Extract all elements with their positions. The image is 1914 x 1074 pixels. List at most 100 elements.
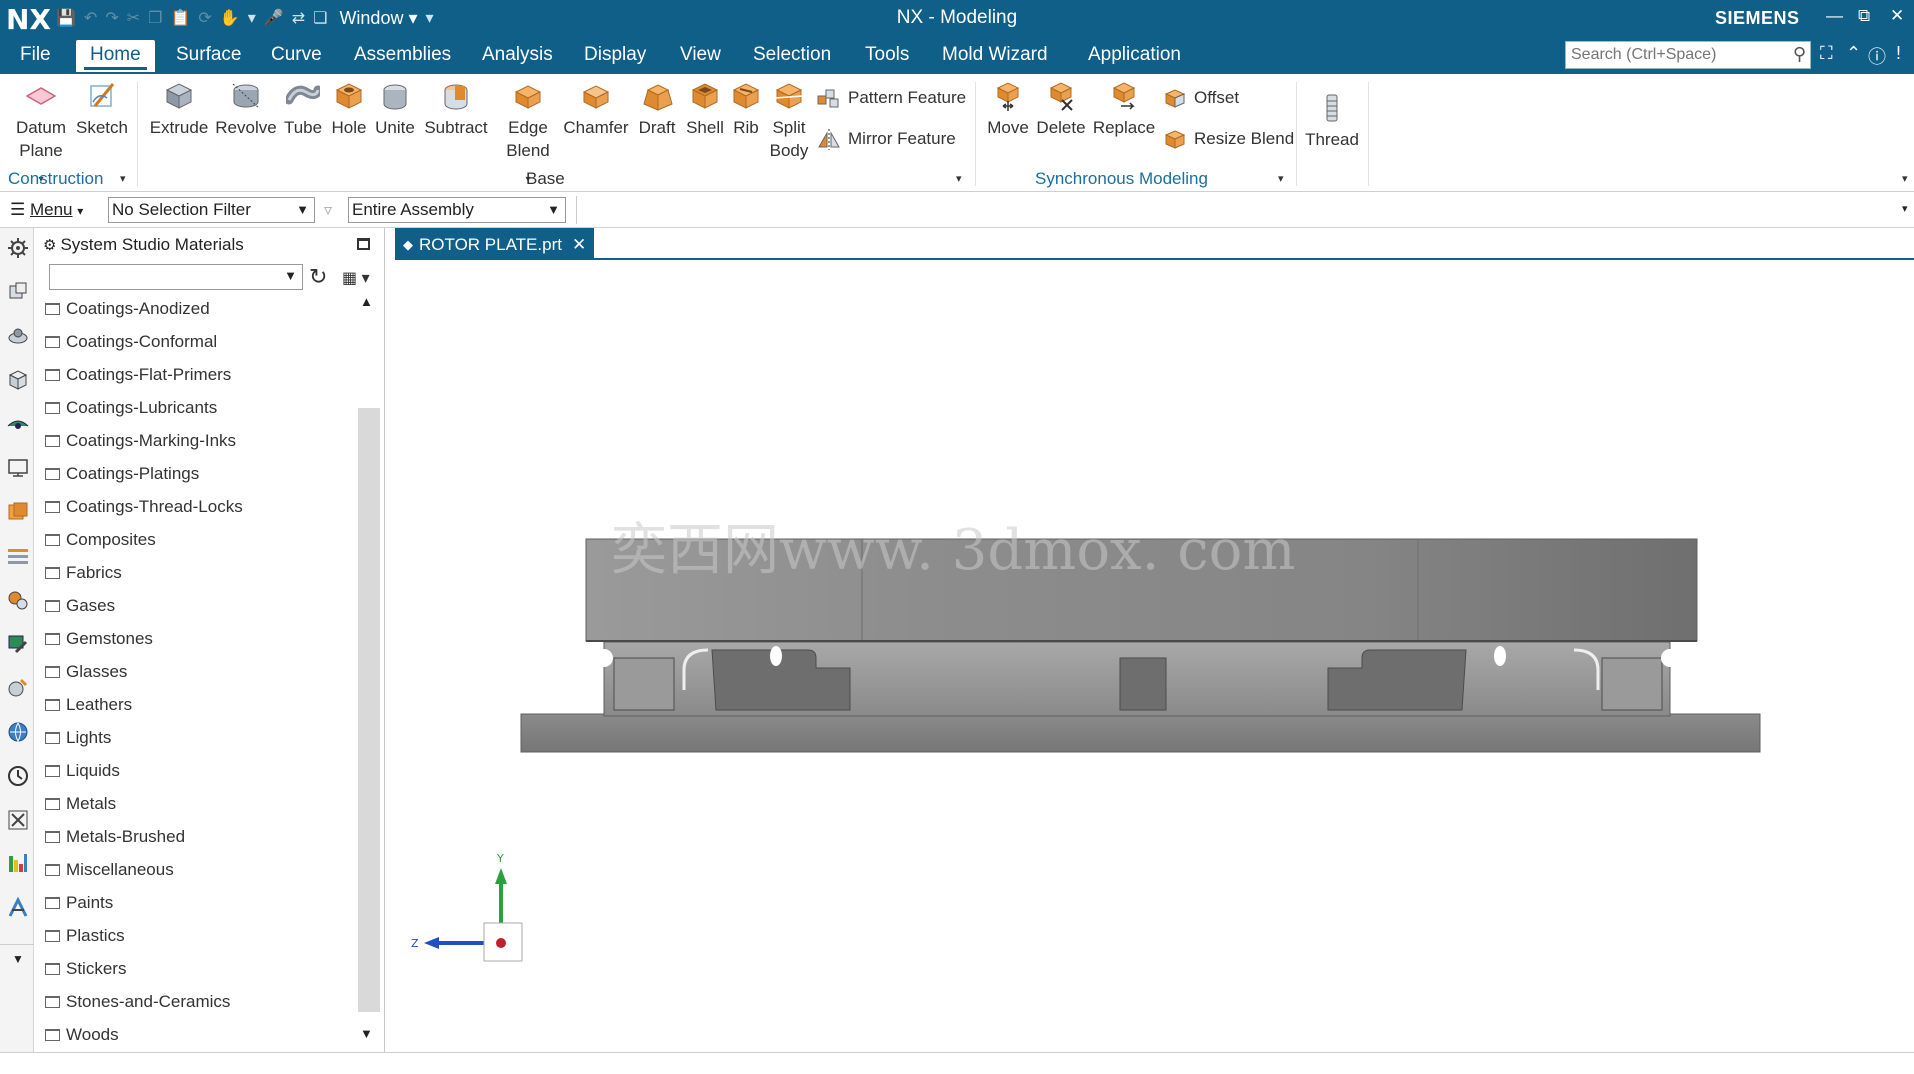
help-icon[interactable]: ⓘ: [1868, 43, 1886, 69]
material-folder-item[interactable]: Coatings-Marking-Inks: [45, 426, 236, 456]
material-folder-item[interactable]: Stickers: [45, 954, 126, 984]
base-group-dropdown-icon[interactable]: ▾: [956, 172, 962, 185]
panel-scrollbar[interactable]: ▲ ▼: [356, 294, 380, 1044]
minimize-icon[interactable]: —: [1826, 6, 1843, 26]
material-folder-item[interactable]: Coatings-Lubricants: [45, 393, 217, 423]
tab-assemblies[interactable]: Assemblies: [354, 44, 451, 66]
mirror-feature-button[interactable]: Mirror Feature: [816, 127, 956, 151]
close-tab-icon[interactable]: ✕: [572, 235, 586, 255]
material-category-select[interactable]: ▼: [49, 264, 303, 290]
resource-bar-more-icon[interactable]: ▼: [12, 952, 24, 966]
rib-button[interactable]: Rib: [728, 80, 764, 139]
draft-button[interactable]: Draft: [634, 80, 680, 139]
refresh-icon[interactable]: ↻: [309, 264, 327, 290]
tab-surface[interactable]: Surface: [176, 44, 241, 66]
search-input[interactable]: [1566, 42, 1776, 68]
material-folder-item[interactable]: Gemstones: [45, 624, 153, 654]
material-folder-item[interactable]: Fabrics: [45, 558, 122, 588]
scroll-down-icon[interactable]: ▼: [360, 1026, 373, 1041]
selection-bar-options-icon[interactable]: ▾: [1902, 202, 1908, 215]
resize-blend-button[interactable]: Resize Blend: [1162, 127, 1294, 151]
shell-button[interactable]: Shell: [682, 80, 728, 139]
material-folder-item[interactable]: Metals: [45, 789, 116, 819]
delete-face-button[interactable]: Delete: [1034, 80, 1088, 139]
hole-button[interactable]: Hole: [328, 80, 370, 139]
filter-funnel-icon[interactable]: ▿: [324, 200, 332, 220]
assembly-navigator-icon[interactable]: [6, 280, 30, 304]
tab-analysis[interactable]: Analysis: [482, 44, 553, 66]
subtract-button[interactable]: Subtract: [420, 80, 492, 139]
scroll-up-icon[interactable]: ▲: [360, 294, 373, 309]
material-folder-item[interactable]: Leathers: [45, 690, 132, 720]
move-face-button[interactable]: Move: [984, 80, 1032, 139]
chamfer-button[interactable]: Chamfer: [562, 80, 630, 139]
search-icon[interactable]: ⚲: [1793, 44, 1806, 65]
material-folder-item[interactable]: Paints: [45, 888, 113, 918]
settings-icon[interactable]: [6, 236, 30, 260]
pattern-feature-button[interactable]: Pattern Feature: [816, 86, 966, 110]
command-search[interactable]: ⚲: [1565, 41, 1811, 69]
collapse-ribbon-icon[interactable]: ⌃: [1846, 43, 1861, 64]
notification-icon[interactable]: !: [1896, 43, 1901, 64]
material-folder-item[interactable]: Glasses: [45, 657, 127, 687]
construction-group-dropdown-icon[interactable]: ▾: [120, 172, 126, 185]
material-folder-item[interactable]: Plastics: [45, 921, 125, 951]
material-folder-item[interactable]: Composites: [45, 525, 156, 555]
menu-button[interactable]: ☰ Menu ▾: [10, 200, 83, 220]
fullscreen-icon[interactable]: ⛶: [1820, 43, 1833, 64]
unite-button[interactable]: Unite: [372, 80, 418, 139]
material-folder-item[interactable]: Gases: [45, 591, 115, 621]
close-icon[interactable]: ✕: [1890, 6, 1904, 26]
tools-palette-icon[interactable]: [6, 808, 30, 832]
tab-curve[interactable]: Curve: [271, 44, 322, 66]
material-folder-item[interactable]: Liquids: [45, 756, 120, 786]
part-navigator-icon[interactable]: [6, 368, 30, 392]
tab-mold-wizard[interactable]: Mold Wizard: [942, 44, 1048, 66]
tab-home[interactable]: Home: [76, 40, 155, 72]
view-options-icon[interactable]: ▦ ▾: [342, 268, 370, 288]
thread-button[interactable]: Thread: [1302, 92, 1362, 151]
system-materials-icon[interactable]: [6, 720, 30, 744]
web-browser-icon[interactable]: [6, 500, 30, 524]
replace-face-button[interactable]: Replace: [1092, 80, 1156, 139]
tab-file[interactable]: File: [20, 44, 51, 66]
tab-display[interactable]: Display: [584, 44, 646, 66]
ribbon-options-dropdown-icon[interactable]: ▾: [1902, 172, 1908, 185]
system-scenes-icon[interactable]: [6, 764, 30, 788]
sketch-button[interactable]: Sketch: [74, 80, 130, 139]
tube-button[interactable]: Tube: [280, 80, 326, 139]
synchronous-group-dropdown-icon[interactable]: ▾: [1278, 172, 1284, 185]
material-folder-item[interactable]: Coatings-Flat-Primers: [45, 360, 231, 390]
scrollbar-thumb[interactable]: [358, 408, 380, 1012]
maximize-panel-icon[interactable]: [357, 238, 370, 250]
tab-view[interactable]: View: [680, 44, 721, 66]
process-studio-icon[interactable]: [6, 588, 30, 612]
material-folder-item[interactable]: Miscellaneous: [45, 855, 174, 885]
role-wizards-icon[interactable]: [6, 896, 30, 920]
roles-icon[interactable]: [6, 676, 30, 700]
revolve-button[interactable]: Revolve: [214, 80, 278, 139]
tab-application[interactable]: Application: [1088, 44, 1181, 66]
selection-scope-select[interactable]: Entire Assembly ▼: [348, 197, 566, 223]
material-folder-item[interactable]: Lights: [45, 723, 111, 753]
material-folder-item[interactable]: Woods: [45, 1020, 119, 1050]
hd3d-tools-icon[interactable]: [6, 456, 30, 480]
restore-icon[interactable]: ⧉: [1858, 6, 1870, 26]
material-folder-item[interactable]: Stones-and-Ceramics: [45, 987, 230, 1017]
split-body-button[interactable]: Split Body: [766, 80, 812, 162]
reuse-library-icon[interactable]: [6, 412, 30, 436]
tab-tools[interactable]: Tools: [865, 44, 909, 66]
material-folder-item[interactable]: Coatings-Platings: [45, 459, 199, 489]
material-folder-item[interactable]: Coatings-Conformal: [45, 327, 217, 357]
constraint-navigator-icon[interactable]: [6, 324, 30, 348]
material-folder-item[interactable]: Coatings-Anodized: [45, 294, 210, 324]
model-viewport[interactable]: 奕西网www. 3dmox. com Y Z: [396, 260, 1914, 1052]
material-folder-item[interactable]: Metals-Brushed: [45, 822, 185, 852]
offset-region-button[interactable]: Offset: [1162, 86, 1239, 110]
tab-selection[interactable]: Selection: [753, 44, 831, 66]
extrude-button[interactable]: Extrude: [148, 80, 210, 139]
color-palette-icon[interactable]: [6, 852, 30, 876]
history-palette-icon[interactable]: [6, 544, 30, 568]
selection-filter-select[interactable]: No Selection Filter ▼: [108, 197, 315, 223]
document-tab[interactable]: ◆ ROTOR PLATE.prt ✕: [395, 228, 595, 258]
